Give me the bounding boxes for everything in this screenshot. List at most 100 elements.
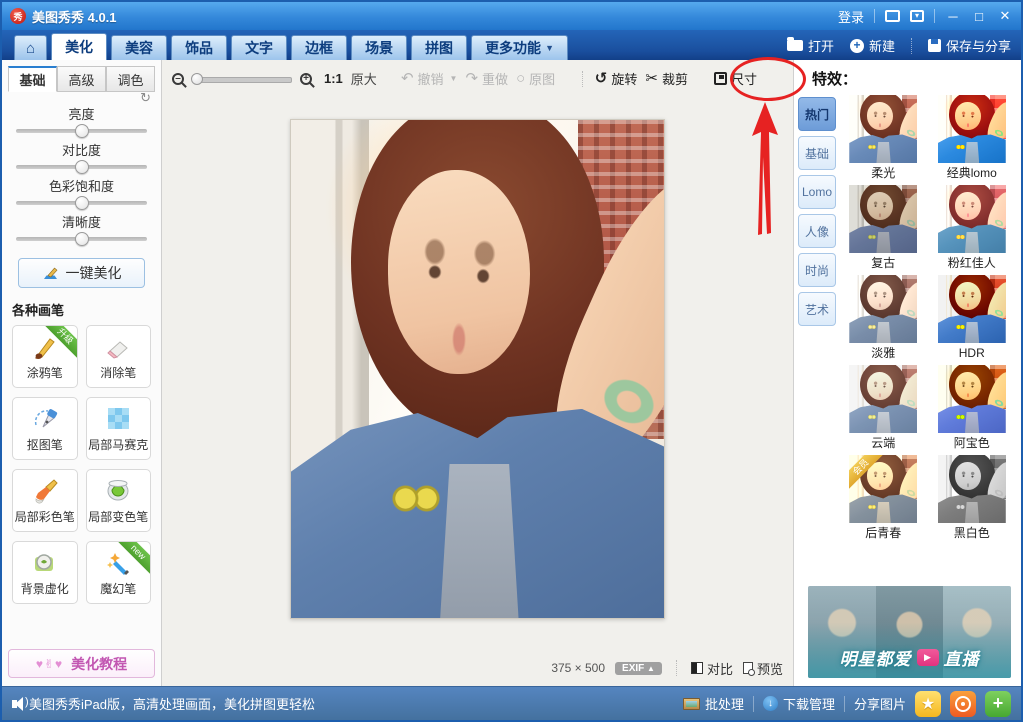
effects-tab-lomo[interactable]: Lomo	[798, 175, 836, 209]
one-key-beautify-button[interactable]: 一键美化	[18, 258, 145, 288]
batch-process-button[interactable]: 批处理	[682, 694, 744, 713]
eraser-icon	[107, 340, 129, 359]
edited-photo	[290, 119, 665, 619]
zoom-slider[interactable]	[191, 72, 292, 86]
skin-menu-icon[interactable]: ▾	[910, 10, 924, 22]
divider	[581, 70, 583, 87]
clarity-slider[interactable]	[16, 232, 147, 246]
paintbrush-icon	[35, 478, 58, 503]
preview-button[interactable]: 预览	[742, 659, 783, 678]
weibo-icon[interactable]	[950, 690, 976, 717]
share-image-button[interactable]: 分享图片	[854, 694, 906, 713]
effect-post-youth[interactable]: 会员 后青春	[844, 455, 923, 543]
tab-advanced-adjust[interactable]: 高级	[57, 66, 106, 92]
effects-tab-portrait[interactable]: 人像	[798, 214, 836, 248]
divider	[910, 37, 912, 54]
tab-beauty[interactable]: 美容	[111, 35, 168, 60]
batch-icon	[682, 697, 700, 710]
maximize-button[interactable]: □	[971, 9, 987, 24]
eraser-pen-button[interactable]: 消除笔	[85, 325, 151, 388]
feedback-icon[interactable]	[885, 5, 900, 22]
brightness-slider-block: 亮度	[8, 106, 155, 138]
image-size-label: 375 × 500	[551, 661, 606, 675]
promo-banner[interactable]: 明星都爱 ▶ 直播	[808, 586, 1011, 678]
slider-handle[interactable]	[74, 196, 89, 210]
divider	[874, 9, 875, 23]
new-button[interactable]: + 新建	[849, 36, 895, 55]
banner-text-left: 明星都爱	[839, 650, 912, 669]
login-link[interactable]: 登录	[838, 7, 864, 26]
tab-home[interactable]: ⌂	[14, 35, 48, 60]
minimize-button[interactable]: ─	[945, 9, 961, 24]
effects-tab-art[interactable]: 艺术	[798, 292, 836, 326]
tab-decorations[interactable]: 饰品	[171, 35, 228, 60]
contrast-slider[interactable]	[16, 160, 147, 174]
effect-soft-light[interactable]: 柔光	[844, 95, 923, 183]
zoom-in-icon[interactable]: +	[300, 72, 312, 85]
zoom-slider-handle[interactable]	[191, 72, 203, 85]
qzone-icon[interactable]: ★	[915, 690, 941, 717]
effect-classic-lomo[interactable]: 经典lomo	[933, 95, 1012, 183]
rotate-button[interactable]: ↺ 旋转	[595, 69, 638, 88]
reset-icon[interactable]: ↻	[8, 91, 155, 106]
slider-handle[interactable]	[74, 232, 89, 246]
effects-tab-basic[interactable]: 基础	[798, 136, 836, 170]
tab-more-features[interactable]: 更多功能 ▼	[471, 35, 568, 60]
beautify-tutorial-button[interactable]: ♥✌♥ 美化教程	[8, 649, 155, 678]
slider-handle[interactable]	[74, 124, 89, 138]
actual-size-button[interactable]: 原大	[351, 69, 377, 88]
undo-icon: ↶	[400, 70, 414, 87]
original-image-button[interactable]: ○ 原图	[516, 69, 555, 88]
cutout-pen-button[interactable]: 抠图笔	[12, 397, 78, 460]
banner-text-right: 直播	[943, 650, 980, 669]
home-icon: ⌂	[26, 39, 36, 57]
preview-icon	[742, 662, 755, 676]
resize-button[interactable]: 尺寸	[713, 69, 757, 88]
tab-frames[interactable]: 边框	[291, 35, 348, 60]
rotate-icon: ↺	[594, 70, 608, 87]
local-color-pen-button[interactable]: 局部彩色笔	[12, 469, 78, 532]
close-button[interactable]: ✕	[997, 8, 1013, 24]
redo-button[interactable]: ↷ 重做	[465, 69, 508, 88]
effects-panel: 特效： 热门 基础 Lomo 人像 时尚 艺术 柔光 经典lomo 复古 粉红佳…	[793, 60, 1021, 686]
effect-elegant[interactable]: 淡雅	[844, 275, 923, 363]
effect-pink-lady[interactable]: 粉红佳人	[933, 185, 1012, 273]
tab-beautify[interactable]: 美化	[51, 33, 108, 60]
effect-abao-color[interactable]: 阿宝色	[933, 365, 1012, 453]
effect-cloud[interactable]: 云端	[844, 365, 923, 453]
effects-tab-fashion[interactable]: 时尚	[798, 253, 836, 287]
effects-tab-hot[interactable]: 热门	[798, 97, 836, 131]
slider-handle[interactable]	[74, 160, 89, 174]
tab-basic-adjust[interactable]: 基础	[8, 66, 57, 92]
crop-button[interactable]: ✂ 裁剪	[645, 69, 688, 88]
effect-retro[interactable]: 复古	[844, 185, 923, 273]
tab-collage[interactable]: 拼图	[411, 35, 468, 60]
exif-badge[interactable]: EXIF ▲	[615, 661, 662, 675]
tab-text[interactable]: 文字	[231, 35, 288, 60]
saturation-slider[interactable]	[16, 196, 147, 210]
ticker-text[interactable]: 美图秀秀iPad版，高清处理画面，美化拼图更轻松	[29, 694, 315, 713]
save-share-button[interactable]: 保存与分享	[927, 36, 1011, 55]
brightness-slider[interactable]	[16, 124, 147, 138]
divider	[675, 660, 677, 676]
divider	[934, 9, 935, 23]
effect-black-white[interactable]: 黑白色	[933, 455, 1012, 543]
compare-button[interactable]: 对比	[690, 659, 733, 678]
tab-color-adjust[interactable]: 调色	[106, 66, 155, 92]
mosaic-icon	[108, 407, 130, 429]
zoom-out-icon[interactable]: –	[172, 72, 184, 85]
background-blur-button[interactable]: 背景虚化	[12, 541, 78, 604]
undo-button[interactable]: ↶ 撤销 ▼	[401, 69, 458, 88]
local-recolor-pen-button[interactable]: 局部变色笔	[85, 469, 151, 532]
download-manager-button[interactable]: ↓ 下载管理	[762, 694, 835, 713]
magic-pen-button[interactable]: new 魔幻笔	[85, 541, 151, 604]
effect-hdr[interactable]: HDR	[933, 275, 1012, 363]
local-mosaic-button[interactable]: 局部马赛克	[85, 397, 151, 460]
doodle-pen-button[interactable]: 升级 涂鸦笔	[12, 325, 78, 388]
chevron-down-icon: ▼	[449, 74, 458, 83]
add-share-target-button[interactable]: +	[985, 690, 1011, 717]
open-button[interactable]: 打开	[786, 36, 834, 55]
contrast-label: 对比度	[61, 143, 101, 158]
effects-title: 特效：	[812, 71, 858, 88]
tab-scenes[interactable]: 场景	[351, 35, 408, 60]
